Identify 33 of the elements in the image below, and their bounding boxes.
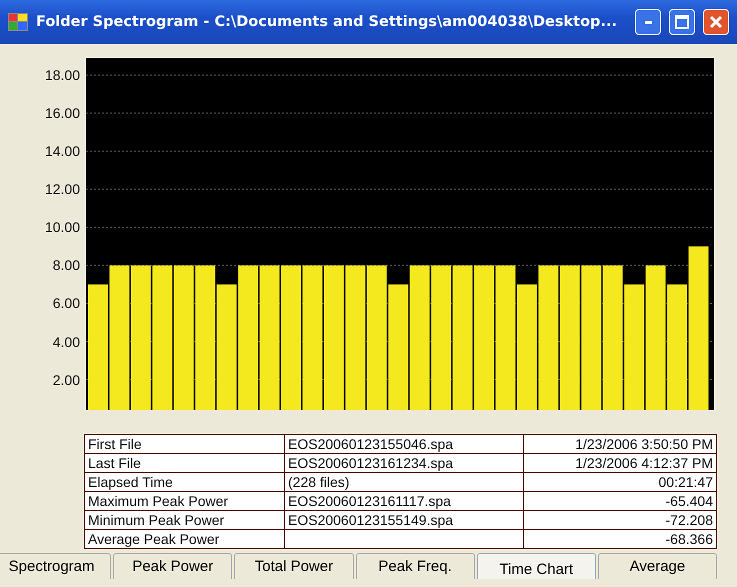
tab[interactable]: Time Chart [476,553,596,579]
table-cell: EOS20060123155149.spa [284,510,524,530]
tab[interactable]: Peak Power [113,553,232,579]
table-cell: 00:21:47 [524,472,716,492]
axis-label: 12.00 [44,181,80,198]
tab[interactable]: Spectrogram [0,553,112,579]
axis-label: 10.00 [44,219,80,236]
tab[interactable]: Peak Freq. [356,553,475,579]
table-cell: -72.208 [524,510,716,530]
axis-label: 16.00 [44,105,80,122]
table-cell: EOS20060123161234.spa [284,454,524,472]
table-cell: Maximum Peak Power [84,492,284,510]
table-cell: (228 files) [284,472,524,492]
table-cell: 1/23/2006 3:50:50 PM [524,434,716,454]
table-cell: Elapsed Time [84,472,284,492]
window-title: Folder Spectrogram - C:\Documents and Settings\am004038\Desktop... [36,14,618,30]
axis-label: 14.00 [44,143,80,160]
table-cell: 1/23/2006 4:12:37 PM [524,454,716,472]
axis-label: 2.00 [52,372,80,388]
table-cell: EOS20060123161117.spa [284,492,524,510]
axis-label: 4.00 [52,334,80,350]
table-cell: Last File [84,454,284,472]
axis-label: 8.00 [52,257,80,274]
table-cell: EOS20060123155046.spa [284,434,524,454]
table-cell: Minimum Peak Power [84,510,284,530]
table-cell: First File [84,434,284,454]
tab[interactable]: Average [598,553,718,579]
axis-label: 6.00 [52,295,80,312]
tab[interactable]: Total Power [234,553,354,579]
table-cell: Average Peak Power [84,530,284,548]
table-cell: -68.366 [524,530,716,548]
table-cell: -65.404 [524,492,716,510]
axis-label: 18.00 [44,67,80,84]
